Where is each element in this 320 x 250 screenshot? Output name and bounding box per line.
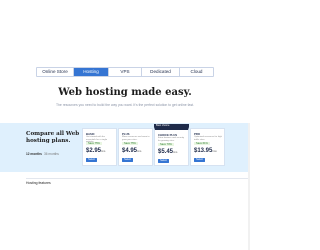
plan-card-basic: BASIC Get started with the essentials fo… (82, 128, 117, 166)
price-value: $2.95 (86, 148, 102, 154)
plan-price: $4.95/mo (122, 148, 141, 154)
plan-card-choice-plus: CHOICE PLUS Extra features and security … (154, 127, 189, 166)
price-period: /mo (173, 151, 178, 154)
price-value: $4.95 (122, 148, 138, 154)
page-title: Web hosting made easy. (58, 87, 192, 98)
plan-price: $5.45/mo (158, 149, 177, 155)
term-option-36[interactable]: 36 months (44, 152, 59, 156)
tab-hosting[interactable]: Hosting (74, 68, 109, 76)
product-tabs: Online Store Hosting VPS Dedicated Cloud (36, 67, 214, 77)
price-period: /mo (212, 150, 217, 153)
plan-description: Extra features and security for growing … (158, 137, 185, 142)
save-badge: Save 75% (86, 142, 102, 146)
price-period: /mo (137, 150, 142, 153)
price-period: /mo (101, 150, 106, 153)
save-badge: Save 75% (122, 142, 138, 146)
plan-card-plus: PLUS More resources and room to grow you… (118, 128, 153, 166)
term-option-12[interactable]: 12 months (26, 152, 42, 156)
tab-online-store[interactable]: Online Store (37, 68, 74, 76)
compare-heading: Compare all Web hosting plans. (26, 131, 80, 144)
save-badge: Save 70% (158, 143, 174, 147)
select-button[interactable]: Select (122, 158, 133, 162)
features-heading: Hosting features (26, 181, 51, 185)
section-divider (26, 178, 250, 179)
plan-description: Optimized resources for high traffic sit… (194, 136, 222, 141)
price-value: $5.45 (158, 149, 174, 155)
scrollbar[interactable] (248, 123, 250, 250)
tab-cloud[interactable]: Cloud (180, 68, 213, 76)
tab-vps[interactable]: VPS (109, 68, 142, 76)
plan-price: $2.95/mo (86, 148, 105, 154)
select-button[interactable]: Select (86, 158, 97, 162)
plan-card-pro: PRO Optimized resources for high traffic… (190, 128, 225, 166)
select-button[interactable]: Select (158, 159, 169, 163)
price-value: $13.95 (194, 148, 213, 154)
select-button[interactable]: Select (194, 158, 205, 162)
save-badge: Save 61% (194, 142, 210, 146)
plan-description: More resources and room to grow your sit… (122, 136, 150, 141)
tab-dedicated[interactable]: Dedicated (142, 68, 180, 76)
page-subtitle: The resources you need to build the way … (55, 103, 195, 107)
plan-price: $13.95/mo (194, 148, 217, 154)
